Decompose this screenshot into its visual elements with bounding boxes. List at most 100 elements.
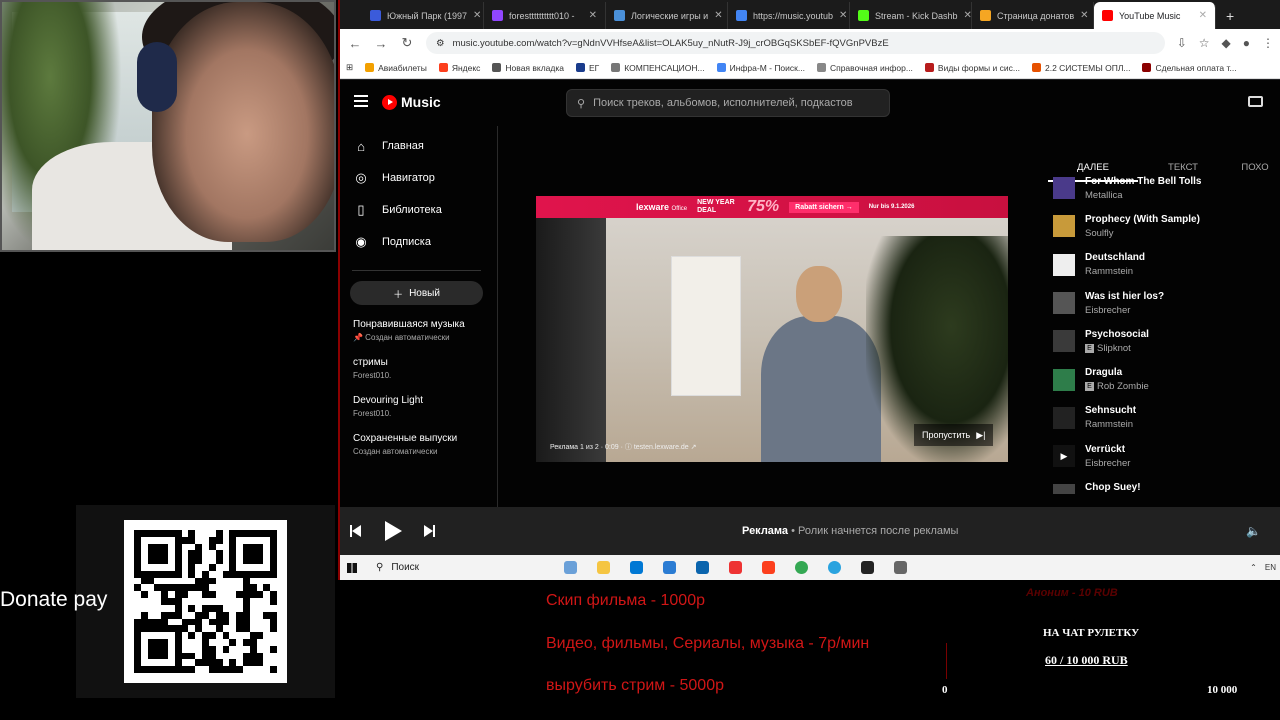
tray-language[interactable]: EN <box>1265 563 1276 572</box>
stream-screen: Donate pay Южный Парк (1997 ✕ foresttttttt… <box>0 0 1280 720</box>
taskbar-app-icon[interactable] <box>653 555 686 580</box>
bookmark-item[interactable]: Справочная инфор... <box>816 63 913 73</box>
track-thumbnail <box>1053 253 1075 276</box>
browser-tab[interactable]: Stream - Kick Dashb ✕ <box>850 2 972 29</box>
track-artist: Rammstein <box>1085 419 1136 430</box>
playlist-item[interactable]: Devouring Light Forest010. <box>340 395 497 433</box>
bookmark-item[interactable]: Авиабилеты <box>365 63 427 73</box>
play-icon[interactable] <box>385 521 402 541</box>
volume-icon[interactable]: 🔈 <box>1246 524 1261 538</box>
playlist-item[interactable]: Понравившаяся музыка 📌 Создан автоматичес… <box>340 319 497 357</box>
taskbar-search[interactable]: ⚲ Поиск <box>364 562 554 573</box>
tray-chevron-icon[interactable]: ⌃ <box>1250 563 1257 572</box>
queue-track[interactable]: Was ist hier los? Eisbrecher <box>1048 284 1280 322</box>
bookmark-item[interactable]: КОМПЕНСАЦИОН... <box>611 63 705 73</box>
search-input[interactable]: ⚲ Поиск треков, альбомов, исполнителей, … <box>566 89 890 117</box>
tab-close-icon[interactable]: ✕ <box>473 10 481 21</box>
track-artist-name: Soulfly <box>1085 227 1114 239</box>
apps-grid-icon[interactable]: ⊞ <box>346 62 353 73</box>
tab-close-icon[interactable]: ✕ <box>714 10 722 21</box>
tab-close-icon[interactable]: ✕ <box>839 10 847 21</box>
playlist-item[interactable]: стримы Forest010. <box>340 357 497 395</box>
sidebar-item-home[interactable]: ⌂ Главная <box>340 130 497 162</box>
queue-track[interactable]: ▶ Verrückt Eisbrecher <box>1048 437 1280 475</box>
tab-close-icon[interactable]: ✕ <box>1080 10 1088 21</box>
ad-brand: lexware Office <box>636 202 688 212</box>
tab-close-icon[interactable]: ✕ <box>964 10 971 21</box>
bookmark-item[interactable]: 2.2 СИСТЕМЫ ОПЛ... <box>1031 63 1130 73</box>
ad-video[interactable]: lexware Office NEW YEAR DEAL 75% Rabatt … <box>536 196 1008 462</box>
queue-track[interactable]: Chop Suey!System Of A Down <box>1048 475 1280 494</box>
donate-label: Donate pay <box>0 588 108 611</box>
ad-banner[interactable]: lexware Office NEW YEAR DEAL 75% Rabatt … <box>536 196 1008 218</box>
cast-icon[interactable] <box>1248 96 1263 107</box>
ytm-logo[interactable]: Music <box>382 94 441 110</box>
sidebar-item-explore[interactable]: ◎ Навигатор <box>340 162 497 194</box>
taskbar-app-icon[interactable] <box>884 555 917 580</box>
back-icon[interactable]: ← <box>348 36 362 51</box>
taskbar-app-icon[interactable] <box>620 555 653 580</box>
browser-tab[interactable]: YouTube Music ✕ <box>1094 2 1216 29</box>
browser-tab[interactable]: https://music.youtub ✕ <box>728 2 850 29</box>
browser-tab[interactable]: Логические игры и ✕ <box>606 2 728 29</box>
star-icon[interactable]: ☆ <box>1199 36 1210 50</box>
browser-menu-icon[interactable]: ⋮ <box>1262 36 1274 50</box>
track-title: Chop Suey! <box>1085 482 1141 494</box>
install-icon[interactable]: ⇩ <box>1177 36 1187 50</box>
taskbar-app-icon[interactable] <box>851 555 884 580</box>
playlist-title: стримы <box>353 357 388 368</box>
playlist-subtitle: 📌 Создан автоматически <box>353 333 450 342</box>
taskbar-app-icon[interactable] <box>587 555 620 580</box>
sidebar-item-subscription[interactable]: ◉ Подписка <box>340 226 497 258</box>
bookmark-favicon-icon <box>924 63 934 72</box>
browser-tab[interactable]: Южный Парк (1997 ✕ <box>362 2 484 29</box>
bookmark-favicon-icon <box>576 63 585 72</box>
browser-tab[interactable]: forestttttttttt010 - ✕ <box>484 2 606 29</box>
extension-icon[interactable]: ◆ <box>1222 36 1231 50</box>
playlist-subtitle: Forest010. <box>353 371 392 380</box>
bookmark-label: Авиабилеты <box>378 62 427 73</box>
site-info-icon[interactable]: ⚙ <box>436 38 445 49</box>
new-tab-button[interactable]: + <box>1216 2 1244 29</box>
forward-icon[interactable]: → <box>374 36 388 51</box>
reload-icon[interactable]: ↻ <box>400 35 414 51</box>
bookmark-item[interactable]: Виды формы и сис... <box>924 63 1020 73</box>
taskbar-app-icon[interactable] <box>554 555 587 580</box>
bookmark-item[interactable]: Новая вкладка <box>492 63 564 73</box>
track-thumbnail <box>1053 406 1075 429</box>
donate-qr-code[interactable] <box>124 520 287 683</box>
start-icon[interactable] <box>340 555 364 580</box>
ad-info[interactable]: Реклама 1 из 2 · 0:09 · ⓘ testen.lexware… <box>550 442 697 452</box>
queue-track[interactable]: Prophecy (With Sample) Soulfly <box>1048 207 1280 245</box>
browser-tab[interactable]: Страница донатов ✕ <box>972 2 1094 29</box>
profile-icon[interactable]: ● <box>1243 36 1250 50</box>
next-track-icon[interactable] <box>424 525 436 537</box>
bookmark-item[interactable]: Сдельная оплата т... <box>1142 63 1237 73</box>
playlist-item[interactable]: Сохраненные выпуски Создан автоматически <box>340 433 497 471</box>
taskbar-app-icon[interactable] <box>785 555 818 580</box>
browser-toolbar: ← → ↻ ⚙ music.youtube.com/watch?v=gNdnVV… <box>340 29 1280 57</box>
taskbar-app-icon[interactable] <box>752 555 785 580</box>
ad-cta-button[interactable]: Rabatt sichern → <box>789 201 859 213</box>
hamburger-menu-icon[interactable] <box>354 95 368 107</box>
taskbar-app-icon[interactable] <box>818 555 851 580</box>
queue-track[interactable]: Dragula E Rob Zombie <box>1048 360 1280 398</box>
bookmark-item[interactable]: ЕГ <box>576 63 599 73</box>
queue-track[interactable]: Deutschland Rammstein <box>1048 246 1280 284</box>
skip-ad-button[interactable]: Пропустить ▶| <box>914 424 994 446</box>
queue-track[interactable]: Sehnsucht Rammstein <box>1048 399 1280 437</box>
bookmark-item[interactable]: Инфра-М - Поиск... <box>716 63 805 73</box>
tab-close-icon[interactable]: ✕ <box>589 10 597 21</box>
queue-track[interactable]: Psychosocial E Slipknot <box>1048 322 1280 360</box>
taskbar-app-icon[interactable] <box>686 555 719 580</box>
bookmark-item[interactable]: Яндекс <box>438 63 480 73</box>
new-playlist-button[interactable]: ＋ Новый <box>350 281 483 305</box>
sidebar-item-library[interactable]: ▯ Библиотека <box>340 194 497 226</box>
queue-track[interactable]: For Whom The Bell Tolls Metallica <box>1048 169 1280 207</box>
previous-track-icon[interactable] <box>350 525 362 537</box>
taskbar-app-icon[interactable] <box>719 555 752 580</box>
address-bar[interactable]: ⚙ music.youtube.com/watch?v=gNdnVVHfseA&… <box>426 32 1165 54</box>
webcam-headphone <box>137 42 177 112</box>
video-player-area: lexware Office NEW YEAR DEAL 75% Rabatt … <box>498 126 1048 507</box>
tab-close-icon[interactable]: ✕ <box>1199 10 1207 21</box>
